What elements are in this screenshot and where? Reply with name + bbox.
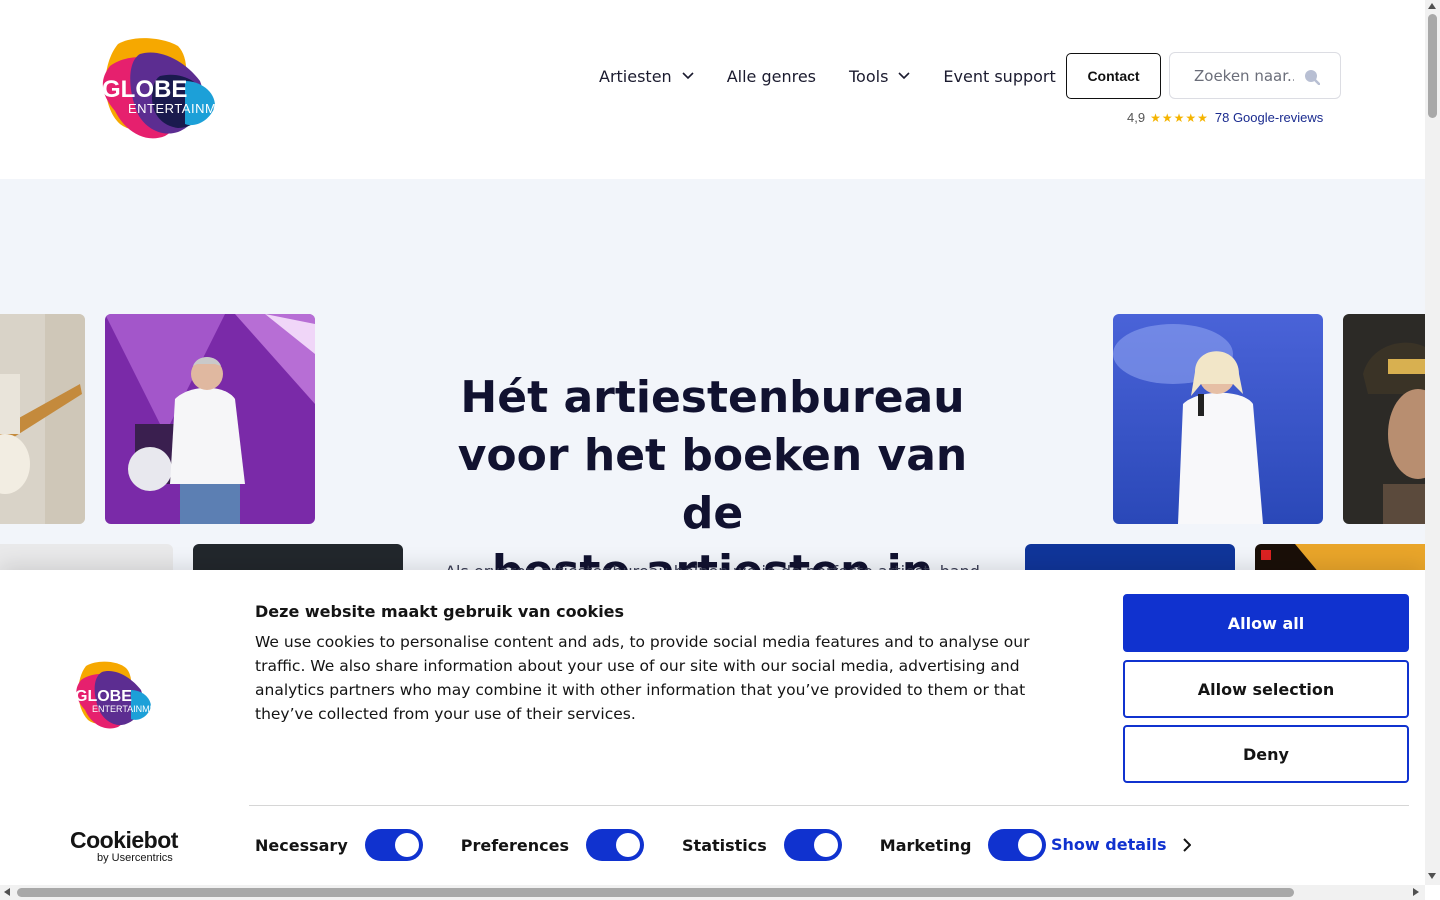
main-nav: Artiesten Alle genres Tools Event suppor… (599, 64, 1089, 88)
review-score: 4,9 (1127, 110, 1146, 125)
page: GLOBE ENTERTAINMENT Artiesten Alle genre… (0, 0, 1425, 885)
logo-entertainment-text: ENTERTAINMENT (128, 101, 244, 116)
toggle-marketing: Marketing (880, 829, 1047, 861)
cookiebot-logo[interactable]: Cookiebot by Usercentrics (70, 828, 178, 864)
hero-title-line2: voor het boeken van de (457, 430, 968, 539)
cookie-description: We use cookies to personalise content an… (255, 633, 1030, 723)
star-rating-icon: ★★★★★ (1150, 110, 1209, 125)
nav-artiesten-label: Artiesten (599, 66, 672, 86)
toggle-knob (616, 833, 641, 857)
toggle-marketing-label: Marketing (879, 835, 972, 855)
toggle-preferences-switch[interactable] (586, 829, 645, 861)
cookie-banner-logo: GLOBE ENTERTAINMENT (68, 660, 176, 734)
google-reviews: 4,9 ★★★★★ 78 Google-reviews (1127, 110, 1323, 125)
nav-artiesten[interactable]: Artiesten (599, 67, 694, 86)
cookie-category-toggles: Necessary Preferences Statistics Marketi… (255, 829, 1084, 861)
nav-alle-genres-label: Alle genres (726, 66, 816, 86)
cookie-banner: GLOBE ENTERTAINMENT Deze website maakt g… (0, 570, 1425, 885)
show-details-link[interactable]: Show details (1051, 835, 1191, 854)
show-details-label: Show details (1051, 835, 1167, 854)
scroll-down-arrow-icon[interactable] (1428, 873, 1436, 879)
toggle-statistics-switch[interactable] (783, 829, 842, 861)
toggle-necessary-switch[interactable] (364, 829, 423, 861)
chevron-right-icon (1182, 837, 1191, 852)
artist-photo-singer-white-suit[interactable] (105, 314, 315, 524)
scroll-left-arrow-icon[interactable] (4, 888, 10, 896)
scroll-right-arrow-icon[interactable] (1413, 888, 1419, 896)
nav-alle-genres[interactable]: Alle genres (727, 67, 816, 86)
nav-event-support-label: Event support (943, 66, 1056, 86)
google-reviews-link[interactable]: 78 Google-reviews (1215, 110, 1323, 125)
toggle-knob (1018, 833, 1043, 857)
allow-selection-button[interactable]: Allow selection (1123, 660, 1409, 718)
horizontal-scrollbar[interactable] (0, 885, 1425, 900)
logo-globe-text: GLOBE (102, 76, 187, 103)
toggle-knob (813, 833, 838, 857)
nav-tools-label: Tools (849, 66, 889, 86)
toggle-statistics: Statistics (682, 829, 842, 861)
artist-photo-man-cap[interactable] (1343, 314, 1425, 524)
cookie-logo-globe-text: GLOBE (75, 688, 132, 705)
chevron-down-icon (898, 72, 910, 80)
cookie-divider (249, 805, 1409, 806)
toggle-statistics-label: Statistics (682, 835, 767, 855)
cookiebot-brand: Cookiebot (70, 827, 178, 853)
allow-all-button[interactable]: Allow all (1123, 594, 1409, 652)
toggle-knob (394, 833, 419, 857)
toggle-preferences: Preferences (460, 829, 645, 861)
nav-tools[interactable]: Tools (849, 67, 910, 86)
scroll-up-arrow-icon[interactable] (1428, 3, 1436, 9)
cookie-logo-entertainment-text: ENTERTAINMENT (92, 704, 168, 714)
search-icon[interactable] (1304, 69, 1320, 85)
toggle-preferences-label: Preferences (460, 835, 570, 855)
horizontal-scroll-thumb[interactable] (17, 888, 1294, 897)
cookie-title: Deze website maakt gebruik van cookies (255, 602, 625, 621)
deny-button[interactable]: Deny (1123, 725, 1409, 783)
artist-photo-guitarist[interactable] (0, 314, 85, 524)
search-input[interactable] (1194, 66, 1294, 85)
globe-entertainment-logo[interactable]: GLOBE ENTERTAINMENT (90, 36, 250, 144)
vertical-scrollbar[interactable] (1425, 0, 1440, 885)
toggle-necessary-label: Necessary (255, 835, 348, 855)
hero-title-bold: Hét artiestenbureau (460, 372, 965, 423)
search-box (1169, 52, 1341, 99)
nav-event-support[interactable]: Event support (943, 67, 1055, 86)
cookiebot-subtitle: by Usercentrics (97, 852, 173, 864)
vertical-scroll-thumb[interactable] (1428, 14, 1437, 118)
contact-button[interactable]: Contact (1066, 53, 1161, 99)
toggle-necessary: Necessary (255, 829, 423, 861)
site-header: GLOBE ENTERTAINMENT Artiesten Alle genre… (0, 0, 1425, 179)
artist-photo-blonde-singer[interactable] (1113, 314, 1323, 524)
chevron-down-icon (682, 72, 694, 80)
toggle-marketing-switch[interactable] (988, 829, 1047, 861)
